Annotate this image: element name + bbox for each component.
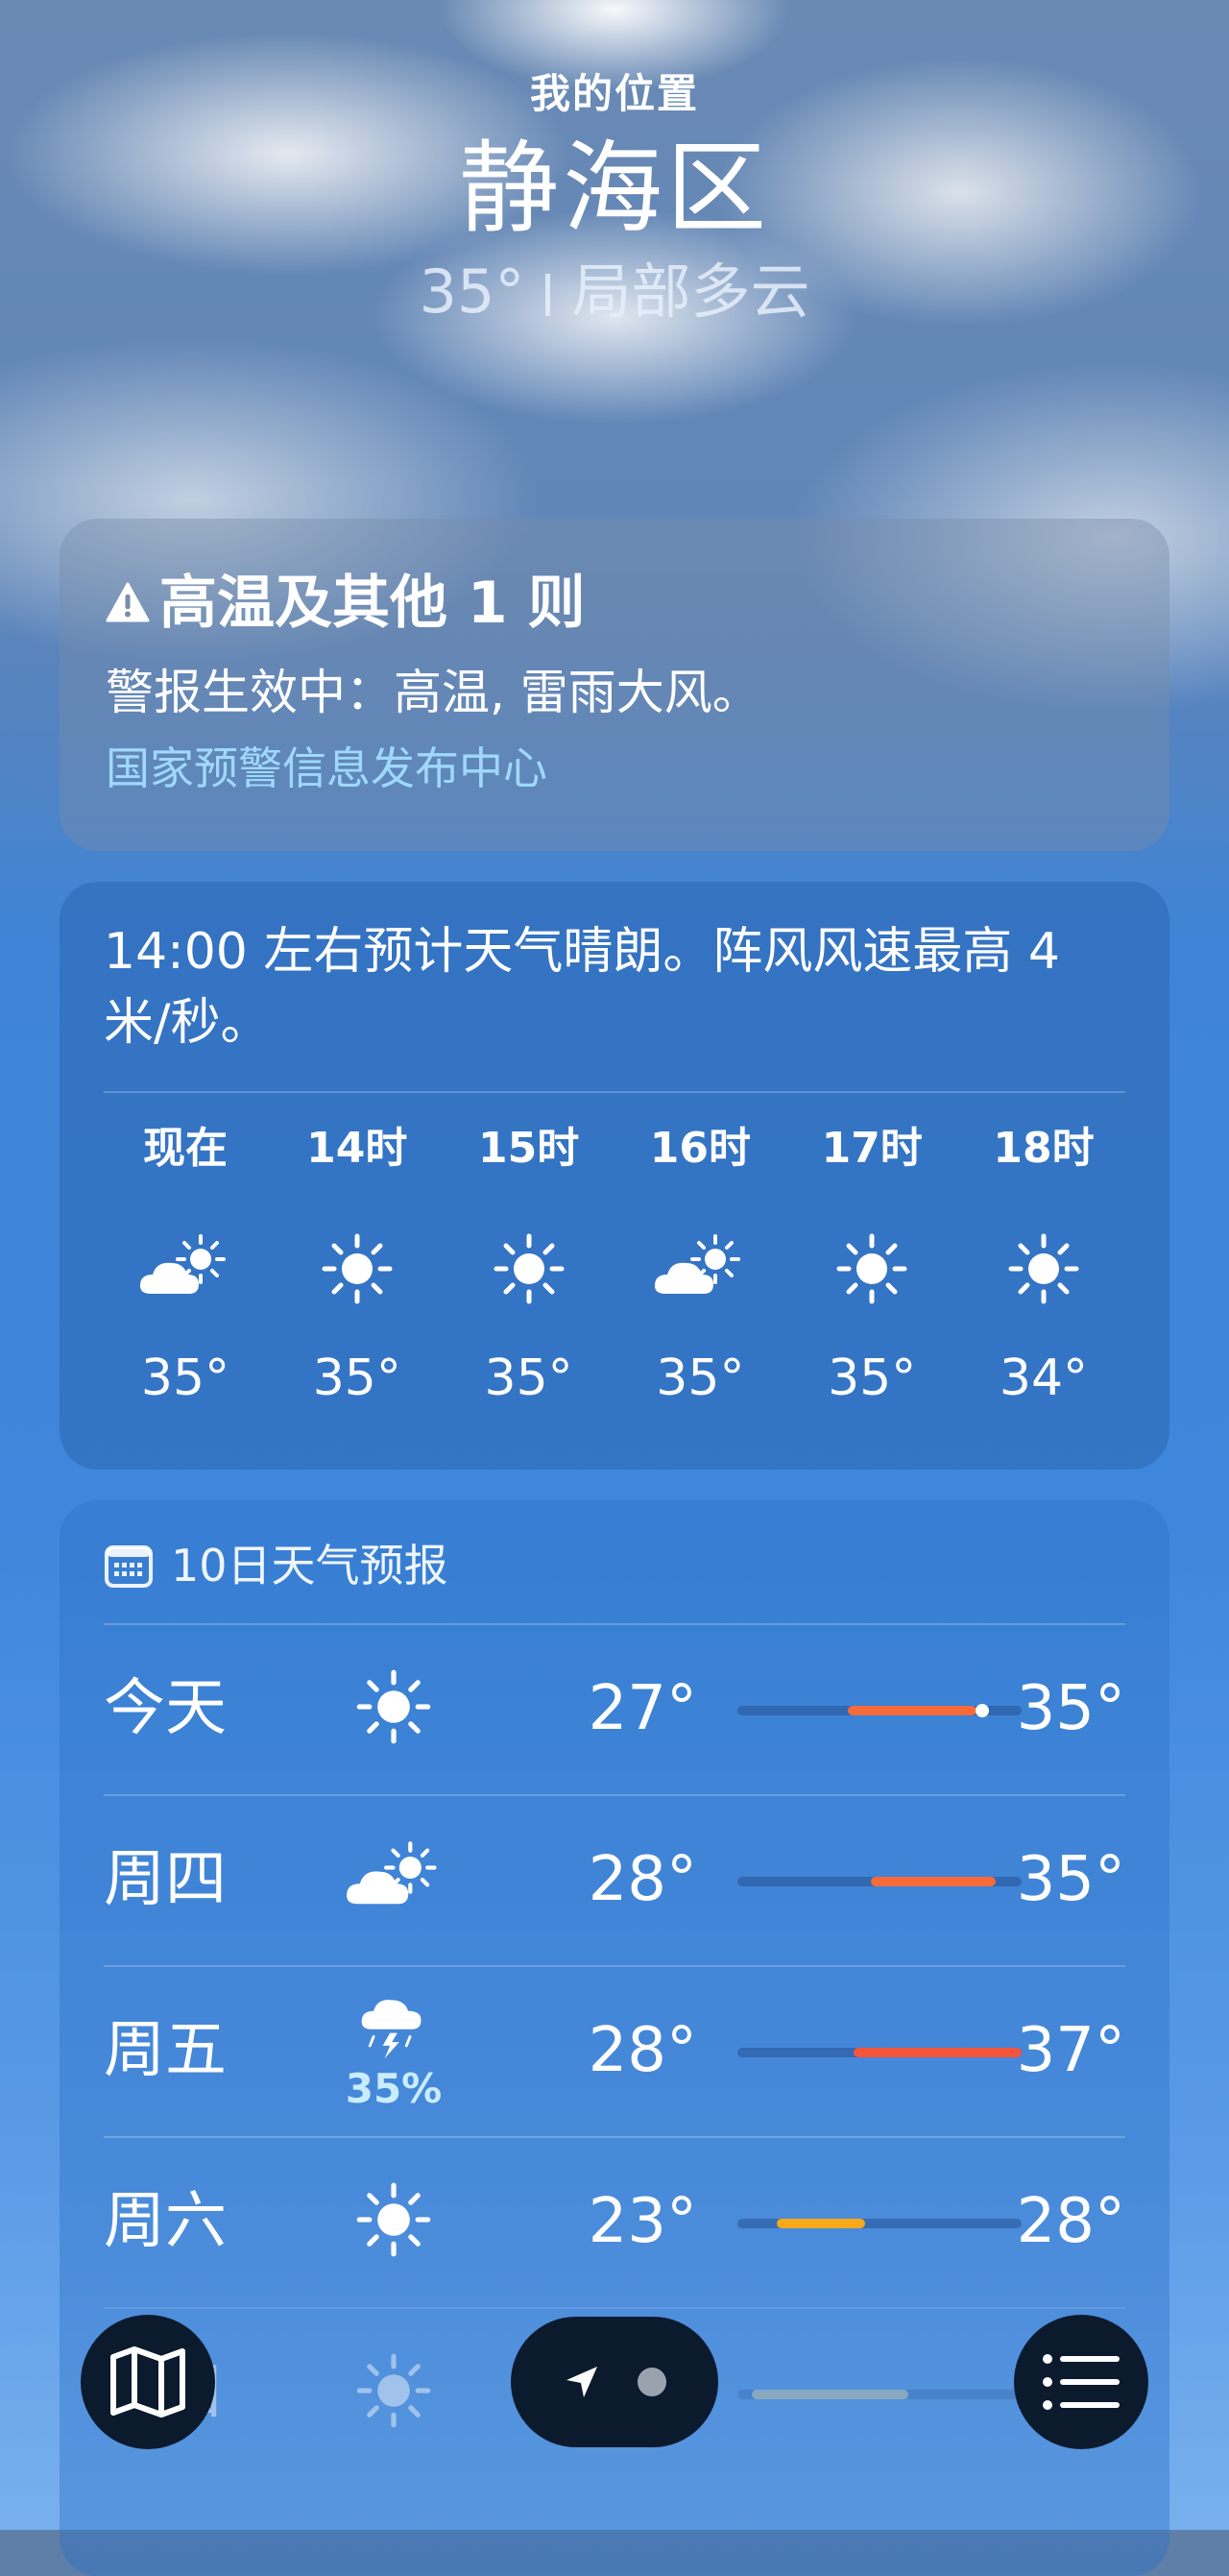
thunderstorm-icon bbox=[357, 1989, 430, 2066]
day-row[interactable]: 今天 27° 35° bbox=[104, 1623, 1125, 1794]
day-name: 周四 bbox=[104, 1844, 227, 1915]
location-header: 我的位置 静海区 35° 局部多云 bbox=[0, 67, 1229, 330]
day-row[interactable]: 周六 23° 28° bbox=[104, 2136, 1125, 2307]
day-weather bbox=[326, 1625, 461, 1792]
hour-label: 17时 bbox=[821, 1124, 923, 1173]
day-weather bbox=[326, 2309, 461, 2476]
temp-range-fill bbox=[751, 2390, 908, 2399]
low-temp: 28° bbox=[588, 1844, 697, 1915]
alert-body: 警报生效中：高温, 雷雨大风。 bbox=[106, 665, 760, 720]
hour-label: 14时 bbox=[306, 1124, 408, 1173]
location-label: 我的位置 bbox=[529, 70, 699, 117]
list-button[interactable] bbox=[1014, 2315, 1148, 2449]
hour-temp: 35° bbox=[656, 1349, 745, 1407]
hour-label: 15时 bbox=[477, 1124, 580, 1173]
temp-range-bar bbox=[737, 2390, 1022, 2399]
sun-icon bbox=[353, 1666, 434, 1751]
sun-icon bbox=[447, 1216, 611, 1322]
hour-temp: 35° bbox=[828, 1349, 917, 1407]
low-temp: 27° bbox=[588, 1673, 697, 1744]
hour-item: 18时 34° bbox=[962, 1120, 1125, 1412]
divider bbox=[104, 1091, 1125, 1093]
day-weather: 35% bbox=[326, 1967, 461, 2134]
low-temp: 28° bbox=[588, 2015, 697, 2086]
hour-label: 16时 bbox=[649, 1124, 751, 1173]
low-temp: 23° bbox=[588, 2186, 697, 2257]
alert-title-text: 高温及其他 1 则 bbox=[159, 570, 586, 637]
calendar-icon bbox=[105, 1545, 153, 1588]
temp-range-fill bbox=[848, 1706, 976, 1715]
day-name: 周五 bbox=[104, 2015, 227, 2086]
high-temp: 35° bbox=[1016, 1673, 1125, 1744]
temp-range-bar bbox=[737, 2219, 1022, 2228]
ten-day-title: 10日天气预报 bbox=[171, 1540, 448, 1592]
current-temp: 35° bbox=[419, 256, 525, 327]
day-row[interactable]: 周四 28° 35° bbox=[104, 1794, 1125, 1965]
day-row[interactable]: 周五 35% 28° 37° bbox=[104, 1965, 1125, 2136]
high-temp: 28° bbox=[1016, 2186, 1125, 2257]
temp-range-bar bbox=[737, 1704, 1022, 1717]
hourly-list: 现在 35° 14时 35° 15时 35° 16时 35° 17时 35° 1… bbox=[104, 1120, 1125, 1412]
day-weather bbox=[326, 2138, 461, 2305]
day-name: 周六 bbox=[104, 2186, 227, 2257]
weather-alert-card[interactable]: 高温及其他 1 则 警报生效中：高温, 雷雨大风。 国家预警信息发布中心 bbox=[60, 519, 1169, 851]
hour-item: 14时 35° bbox=[276, 1120, 439, 1412]
alert-title: 高温及其他 1 则 bbox=[106, 565, 1123, 642]
current-conditions: 35° 局部多云 bbox=[0, 254, 1229, 330]
sun-icon bbox=[276, 1216, 439, 1322]
hour-temp: 35° bbox=[140, 1349, 230, 1407]
list-icon bbox=[1043, 2354, 1120, 2410]
hourly-summary: 14:00 左右预计天气晴朗。阵风风速最高 4 米/秒。 bbox=[104, 923, 1060, 1052]
map-button[interactable] bbox=[81, 2315, 215, 2449]
sun-icon bbox=[353, 2179, 434, 2264]
partly-cloudy-icon bbox=[104, 1216, 267, 1322]
hour-label: 现在 bbox=[143, 1124, 228, 1173]
temp-range-bar bbox=[737, 1877, 1022, 1886]
page-indicator-dot[interactable] bbox=[638, 2368, 666, 2396]
temp-range-bar bbox=[737, 2048, 1022, 2057]
sun-icon bbox=[790, 1216, 953, 1322]
hour-item: 15时 35° bbox=[447, 1120, 611, 1412]
day-name: 今天 bbox=[104, 1673, 227, 1744]
city-name: 静海区 bbox=[458, 130, 770, 247]
warning-triangle-icon bbox=[106, 582, 150, 622]
hour-temp: 34° bbox=[999, 1349, 1089, 1407]
ten-day-header: 10日天气预报 bbox=[104, 1535, 1125, 1623]
hour-item: 现在 35° bbox=[104, 1120, 267, 1412]
separator bbox=[545, 274, 551, 316]
precip-chance: 35% bbox=[345, 2065, 443, 2112]
location-arrow-icon[interactable] bbox=[563, 2363, 601, 2401]
sun-icon bbox=[962, 1216, 1125, 1322]
alert-source-link[interactable]: 国家预警信息发布中心 bbox=[106, 738, 1123, 799]
current-condition-text: 局部多云 bbox=[571, 256, 810, 327]
hour-item: 16时 35° bbox=[618, 1120, 782, 1412]
partly-cloudy-icon bbox=[618, 1216, 782, 1322]
hour-item: 17时 35° bbox=[790, 1120, 953, 1412]
temp-range-fill bbox=[777, 2219, 866, 2228]
partly-cloudy-icon bbox=[344, 1837, 445, 1922]
day-weather bbox=[326, 1796, 461, 1963]
map-icon bbox=[110, 2346, 185, 2418]
high-temp: 35° bbox=[1016, 1844, 1125, 1915]
hour-temp: 35° bbox=[312, 1349, 401, 1407]
sun-icon bbox=[353, 2350, 434, 2435]
temp-range-fill bbox=[871, 1877, 997, 1886]
high-temp: 37° bbox=[1016, 2015, 1125, 2086]
hour-temp: 35° bbox=[484, 1349, 573, 1407]
hourly-forecast-card[interactable]: 14:00 左右预计天气晴朗。阵风风速最高 4 米/秒。 现在 35° 14时 … bbox=[60, 882, 1169, 1470]
location-pages-pill[interactable] bbox=[511, 2317, 718, 2447]
hour-label: 18时 bbox=[993, 1124, 1095, 1173]
